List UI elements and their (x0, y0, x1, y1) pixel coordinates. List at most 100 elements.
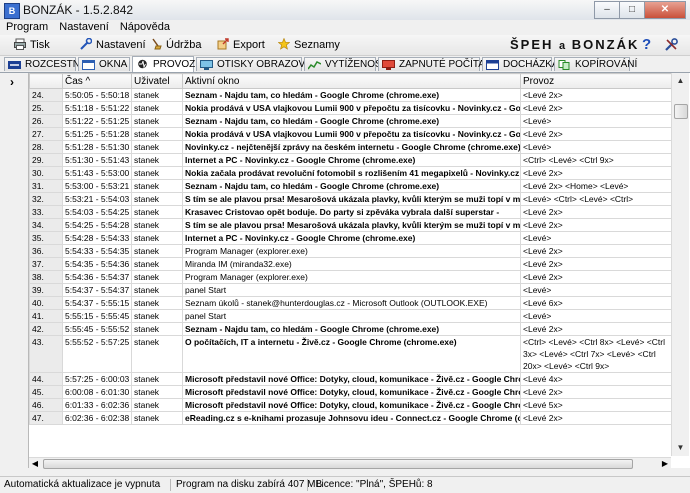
menu-program[interactable]: Program (6, 20, 48, 35)
table-row[interactable]: 46. 6:01:33 - 6:02:36 stanek Microsoft před… (29, 398, 671, 412)
menu-settings[interactable]: Nastavení (59, 20, 109, 35)
scroll-down-icon[interactable]: ▼ (672, 440, 689, 456)
tab-otisky-obrazovek[interactable]: OTISKY OBRAZOVEK (196, 57, 319, 71)
vertical-scroll-thumb[interactable] (674, 104, 688, 119)
table-row[interactable]: 40. 5:54:37 - 5:55:15 stanek Seznam úkolů -… (29, 296, 671, 310)
row-active-window: Seznam - Najdu tam, co hledám - Google C… (182, 322, 521, 336)
row-provoz: <Levé 2x> (520, 270, 671, 284)
table-row[interactable]: 45. 6:00:08 - 6:01:30 stanek Microsoft před… (29, 385, 671, 399)
table-row[interactable]: 25. 5:51:18 - 5:51:22 stanek Nokia prodává … (29, 101, 671, 115)
table-row[interactable]: 32. 5:53:21 - 5:54:03 stanek S tím se ale p… (29, 192, 671, 206)
table-row[interactable]: 44. 5:57:25 - 6:00:03 stanek Microsoft před… (29, 372, 671, 386)
col-header-user[interactable]: Uživatel (131, 73, 183, 89)
status-license: Licence: "Plná", ŠPEHů: 8 (316, 479, 433, 490)
row-user: stanek (131, 296, 183, 310)
table-row[interactable]: 47. 6:02:36 - 6:02:38 stanek eReading.cz s … (29, 411, 671, 425)
print-button[interactable]: Tisk (14, 37, 50, 53)
menu-help[interactable]: Nápověda (120, 20, 170, 35)
maximize-button[interactable]: □ (619, 1, 645, 19)
status-bar: Automatická aktualizace je vypnuta Progr… (0, 476, 690, 493)
row-provoz: <Levé 6x> (520, 296, 671, 310)
table-row[interactable]: 41. 5:55:15 - 5:55:45 stanek panel Start <Le… (29, 309, 671, 323)
export-icon (217, 38, 229, 50)
vertical-scrollbar[interactable]: ▲ ▼ (671, 73, 689, 456)
row-user: stanek (131, 127, 183, 141)
help-icon[interactable]: ? (642, 37, 656, 52)
row-time: 5:51:30 - 5:51:43 (62, 153, 132, 167)
export-label: Export (233, 39, 265, 51)
status-disk-usage: Program na disku zabírá 407 MB (176, 479, 323, 490)
tab-okna[interactable]: OKNA (78, 57, 130, 71)
row-active-window: panel Start (182, 283, 521, 297)
table-row[interactable]: 27. 5:51:25 - 5:51:28 stanek Nokia prodává … (29, 127, 671, 141)
title-bar: B BONZÁK - 1.5.2.842 – □ ✕ (0, 0, 690, 21)
table-row[interactable]: 28. 5:51:28 - 5:51:30 stanek Novinky.cz - n… (29, 140, 671, 154)
table-row[interactable]: 35. 5:54:28 - 5:54:33 stanek Internet a PC … (29, 231, 671, 245)
sidebar-toggle[interactable]: › (0, 73, 29, 468)
row-time: 6:01:33 - 6:02:36 (62, 398, 132, 412)
settings-button[interactable]: Nastavení (80, 37, 146, 53)
row-provoz: <Levé 2x> (520, 218, 671, 232)
row-active-window: Microsoft představil nové Office: Dotyky… (182, 385, 521, 399)
maintenance-button[interactable]: Údržba (150, 37, 201, 53)
table-row[interactable]: 38. 5:54:36 - 5:54:37 stanek Program Manage… (29, 270, 671, 284)
row-provoz: <Levé 2x> (520, 101, 671, 115)
table-row[interactable]: 31. 5:53:00 - 5:53:21 stanek Seznam - Najdu… (29, 179, 671, 193)
activity-grid[interactable]: Čas ^ Uživatel Aktivní okno Provoz 24. 5:… (29, 73, 671, 456)
tab-dochazka[interactable]: DOCHÁZKA (482, 57, 559, 71)
table-row[interactable]: 43. 5:55:52 - 5:57:25 stanek O počítačích, … (29, 335, 671, 373)
tab-rozcestnik[interactable]: ROZCESTNÍK (4, 57, 89, 71)
export-button[interactable]: Export (217, 37, 265, 53)
row-index: 42. (29, 322, 63, 336)
table-row[interactable]: 37. 5:54:35 - 5:54:36 stanek Miranda IM (mi… (29, 257, 671, 271)
tab-kopirovani[interactable]: KOPÍROVÁNÍ (554, 57, 637, 71)
window-controls: – □ ✕ (594, 1, 686, 19)
horizontal-scrollbar[interactable]: ◀ ▶ (29, 457, 671, 469)
horizontal-scroll-thumb[interactable] (43, 459, 633, 469)
row-active-window: Seznam - Najdu tam, co hledám - Google C… (182, 88, 521, 102)
table-row[interactable]: 29. 5:51:30 - 5:51:43 stanek Internet a PC … (29, 153, 671, 167)
row-user: stanek (131, 114, 183, 128)
row-provoz: <Levé> (520, 283, 671, 297)
row-active-window: Miranda IM (miranda32.exe) (182, 257, 521, 271)
row-active-window: Program Manager (explorer.exe) (182, 270, 521, 284)
row-user: stanek (131, 231, 183, 245)
row-time: 5:55:52 - 5:57:25 (62, 335, 132, 373)
row-user: stanek (131, 244, 183, 258)
row-user: stanek (131, 411, 183, 425)
tab-label: PROVOZ (153, 59, 196, 70)
row-index: 24. (29, 88, 63, 102)
table-row[interactable]: 42. 5:55:45 - 5:55:52 stanek Seznam - Najdu… (29, 322, 671, 336)
col-header-window[interactable]: Aktivní okno (182, 73, 521, 89)
wrench-icon[interactable] (664, 38, 679, 52)
scroll-left-icon[interactable]: ◀ (29, 458, 41, 469)
tab-zapnute-pocitace[interactable]: ZAPNUTÉ POČÍTAČE (378, 57, 499, 71)
scroll-up-icon[interactable]: ▲ (672, 73, 689, 89)
table-row[interactable]: 26. 5:51:22 - 5:51:25 stanek Seznam - Najdu… (29, 114, 671, 128)
row-user: stanek (131, 398, 183, 412)
row-provoz: <Levé 2x> (520, 257, 671, 271)
lists-button[interactable]: Seznamy (278, 37, 340, 53)
tab-vytizenost[interactable]: VYTÍŽENOST (304, 57, 388, 71)
table-row[interactable]: 30. 5:51:43 - 5:53:00 stanek Nokia začala p… (29, 166, 671, 180)
row-time: 5:54:33 - 5:54:35 (62, 244, 132, 258)
col-header-time[interactable]: Čas ^ (62, 73, 132, 89)
table-row[interactable]: 39. 5:54:37 - 5:54:37 stanek panel Start <Le… (29, 283, 671, 297)
row-provoz: <Levé> (520, 114, 671, 128)
tab-provoz[interactable]: PROVOZ (132, 56, 196, 72)
row-active-window: Seznam - Najdu tam, co hledám - Google C… (182, 179, 521, 193)
table-row[interactable]: 34. 5:54:25 - 5:54:28 stanek S tím se ale p… (29, 218, 671, 232)
row-user: stanek (131, 309, 183, 323)
row-index: 36. (29, 244, 63, 258)
col-header-provoz[interactable]: Provoz (520, 73, 671, 89)
row-provoz: <Levé 2x> (520, 411, 671, 425)
table-row[interactable]: 24. 5:50:05 - 5:50:18 stanek Seznam - Najdu… (29, 88, 671, 102)
close-button[interactable]: ✕ (644, 1, 686, 19)
minimize-button[interactable]: – (594, 1, 620, 19)
table-row[interactable]: 36. 5:54:33 - 5:54:35 stanek Program Manage… (29, 244, 671, 258)
table-row[interactable]: 33. 5:54:03 - 5:54:25 stanek Krasavec Crist… (29, 205, 671, 219)
scroll-right-icon[interactable]: ▶ (659, 458, 671, 469)
row-active-window: panel Start (182, 309, 521, 323)
monitor-icon (200, 60, 213, 70)
tools-icon (80, 38, 92, 50)
